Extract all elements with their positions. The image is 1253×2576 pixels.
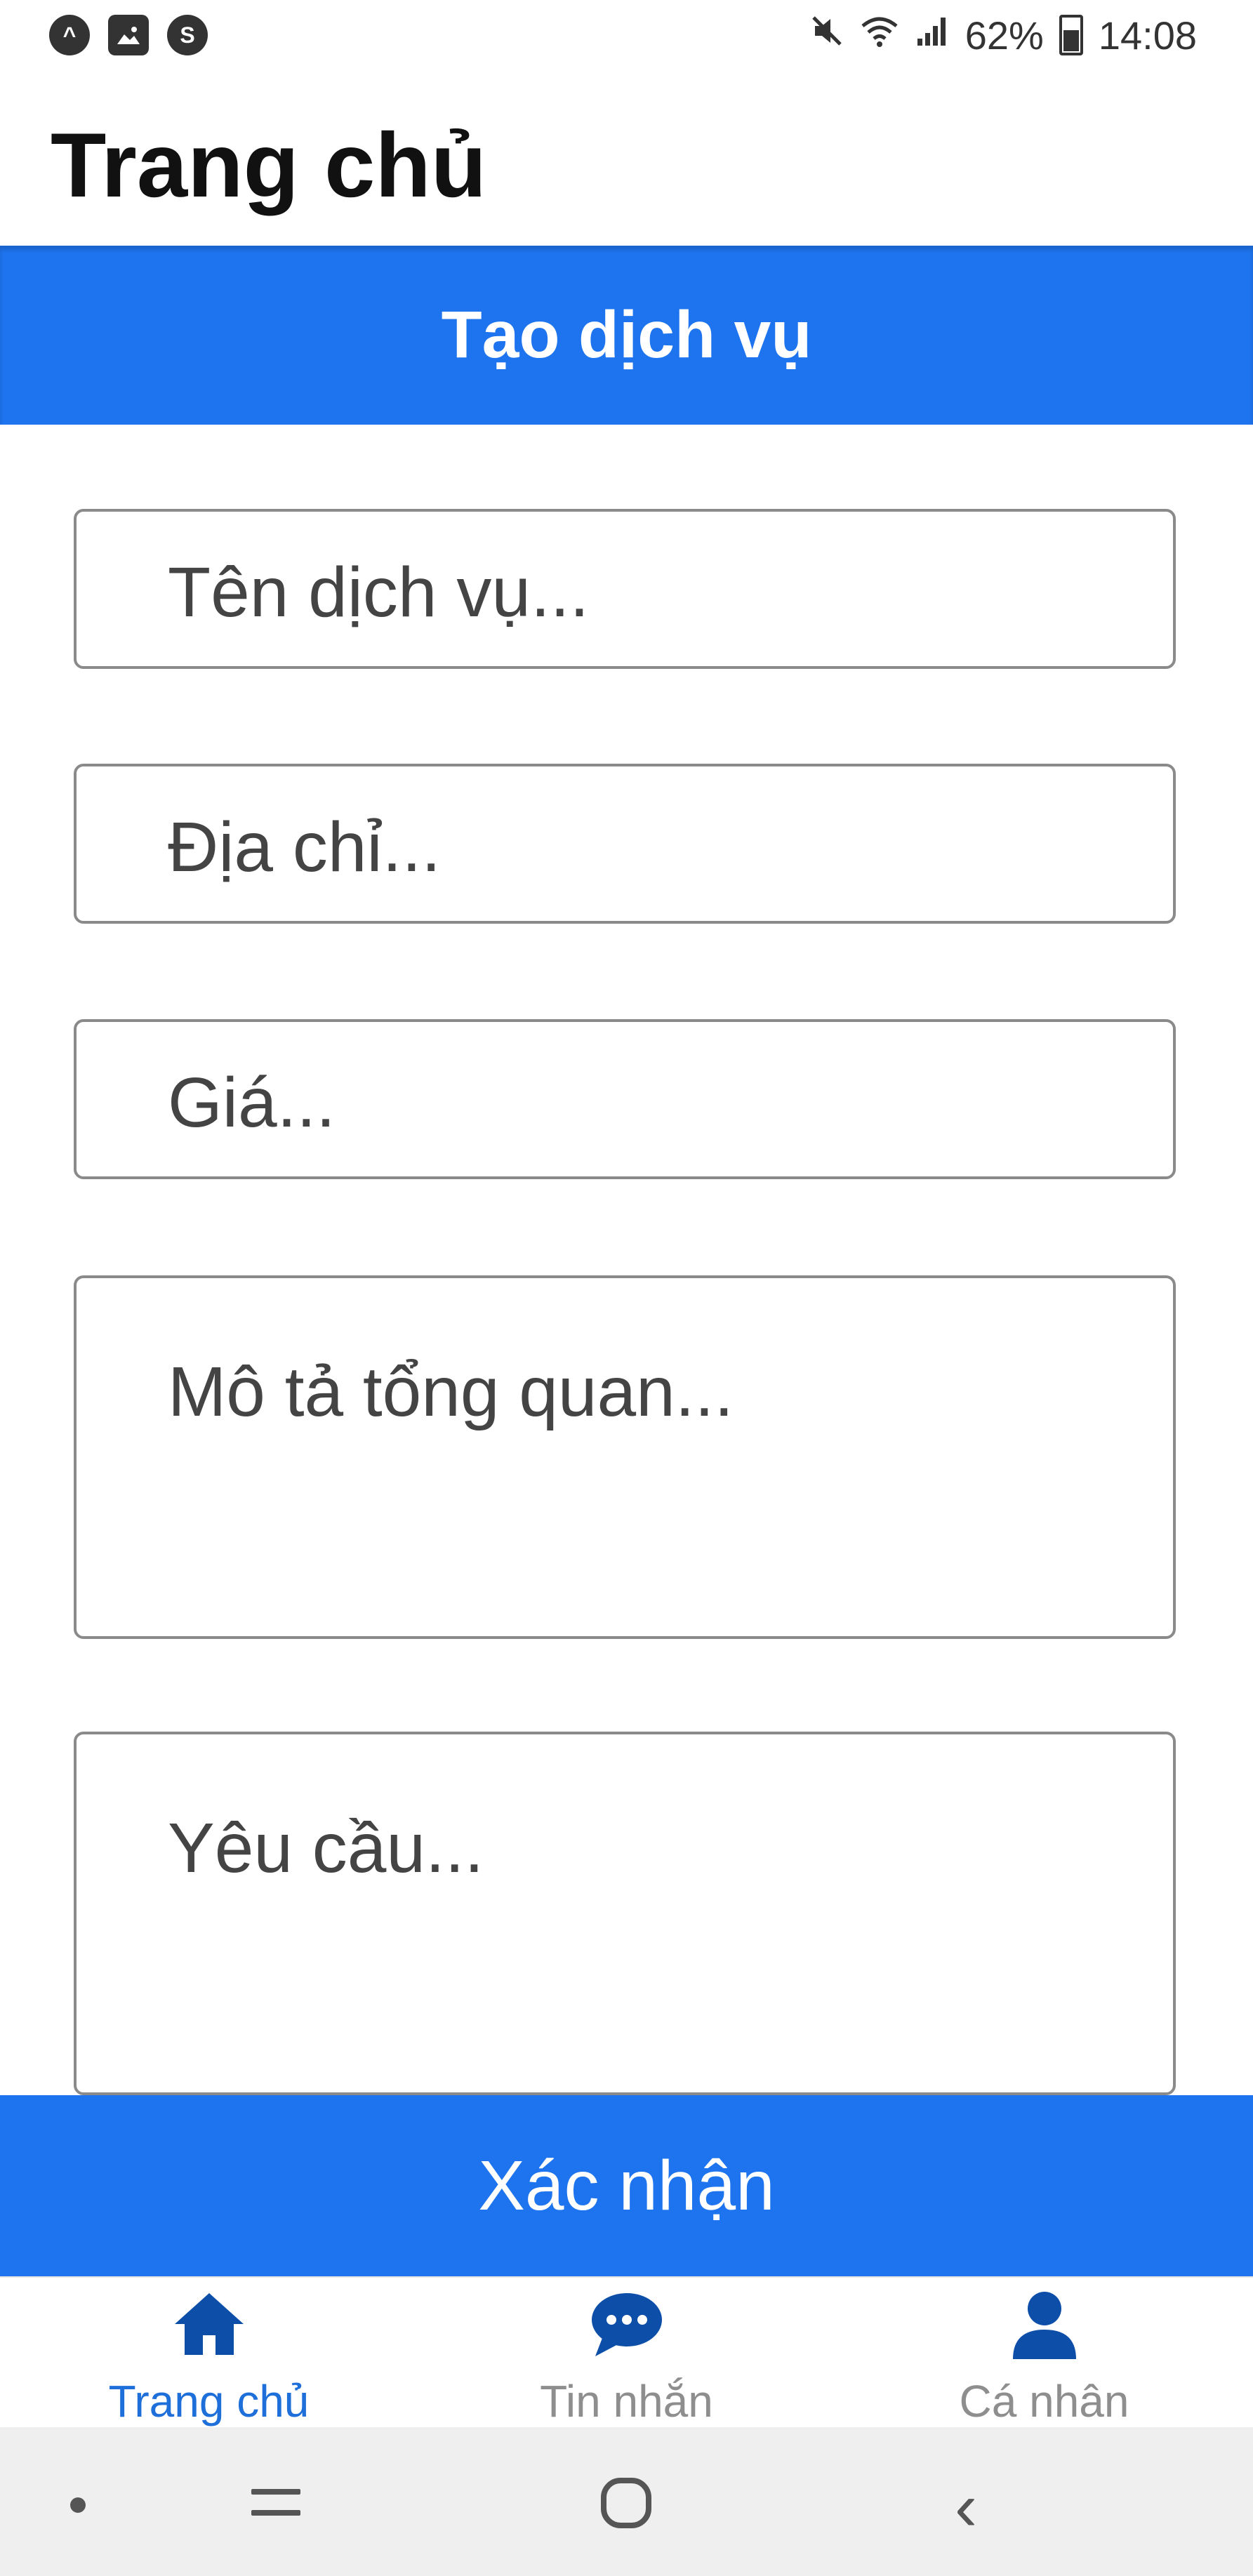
page-title: Trang chủ: [51, 114, 487, 216]
nav-dot-icon: [70, 2497, 86, 2513]
bottom-tab-bar: Trang chủ Tin nhắn Cá nhân: [0, 2276, 1253, 2429]
app-header: Trang chủ: [0, 70, 1253, 246]
tab-home-label: Trang chủ: [108, 2376, 310, 2426]
sync-icon: S: [167, 15, 208, 55]
overview-placeholder: Mô tả tổng quan...: [168, 1353, 734, 1431]
chat-icon: [588, 2289, 665, 2363]
assistant-icon: ^: [49, 15, 90, 55]
price-placeholder: Giá...: [168, 1063, 336, 1142]
tab-profile[interactable]: Cá nhân: [835, 2278, 1253, 2429]
status-bar: ^ S 62% 14:08: [0, 0, 1253, 70]
service-name-placeholder: Tên dịch vụ...: [168, 553, 590, 632]
battery-percentage: 62%: [964, 13, 1044, 58]
overview-textarea[interactable]: Mô tả tổng quan...: [74, 1275, 1176, 1639]
service-name-input[interactable]: Tên dịch vụ...: [74, 509, 1176, 669]
home-nav-icon[interactable]: [601, 2478, 651, 2528]
wifi-icon: [860, 13, 899, 57]
recent-apps-icon[interactable]: [251, 2489, 300, 2521]
system-nav-bar: ‹: [0, 2427, 1253, 2576]
price-input[interactable]: Giá...: [74, 1019, 1176, 1179]
back-icon[interactable]: ‹: [955, 2474, 977, 2541]
tab-profile-label: Cá nhân: [959, 2376, 1129, 2426]
section-title: Tạo dịch vụ: [441, 298, 812, 372]
home-icon: [171, 2289, 248, 2363]
address-input[interactable]: Địa chỉ...: [74, 764, 1176, 924]
battery-icon: [1059, 15, 1083, 55]
confirm-button[interactable]: Xác nhận: [0, 2095, 1253, 2276]
status-bar-right: 62% 14:08: [809, 13, 1253, 58]
requirements-textarea[interactable]: Yêu cầu...: [74, 1732, 1176, 2095]
section-header: Tạo dịch vụ: [0, 246, 1253, 425]
status-time: 14:08: [1098, 13, 1197, 58]
status-bar-left: ^ S: [0, 15, 208, 55]
requirements-placeholder: Yêu cầu...: [168, 1809, 484, 1887]
address-placeholder: Địa chỉ...: [168, 808, 442, 887]
tab-messages-label: Tin nhắn: [540, 2376, 713, 2426]
tab-home[interactable]: Trang chủ: [0, 2278, 418, 2429]
signal-icon: [915, 13, 950, 57]
tab-messages[interactable]: Tin nhắn: [418, 2278, 835, 2429]
image-icon: [108, 15, 149, 55]
mute-icon: [809, 13, 844, 57]
person-icon: [1006, 2289, 1083, 2363]
